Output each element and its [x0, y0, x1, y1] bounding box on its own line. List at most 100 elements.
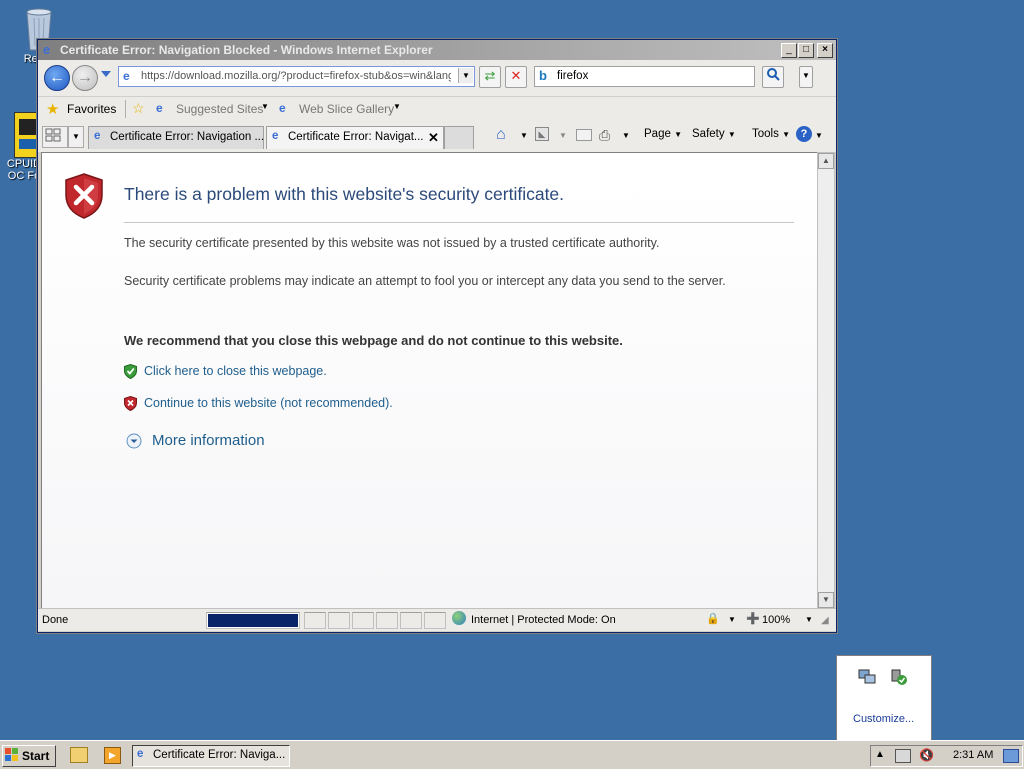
- ie-logo-icon: e: [43, 42, 51, 57]
- status-cell-6: [424, 612, 446, 629]
- start-label: Start: [22, 749, 50, 763]
- close-webpage-link[interactable]: Click here to close this webpage.: [144, 364, 327, 378]
- progress-fill: [208, 614, 298, 627]
- protected-mode-lock-icon[interactable]: 🔒: [706, 612, 720, 625]
- status-cell-4: [376, 612, 398, 629]
- back-button[interactable]: ←: [44, 65, 70, 91]
- quick-tabs-icon: [45, 128, 61, 142]
- certificate-warning-text: Security certificate problems may indica…: [124, 274, 726, 288]
- windows-logo-icon: [5, 748, 19, 762]
- lock-dropdown-icon[interactable]: ▼: [728, 615, 736, 624]
- web-slice-dropdown-icon[interactable]: ▼: [393, 102, 401, 111]
- suggested-sites-dropdown-icon[interactable]: ▼: [261, 102, 269, 111]
- network-icon[interactable]: [857, 668, 877, 686]
- start-button[interactable]: Start: [2, 745, 56, 767]
- media-player-quicklaunch-icon[interactable]: ▶: [104, 747, 121, 764]
- page-icon: e: [123, 69, 130, 83]
- page-menu[interactable]: Page ▼: [644, 128, 682, 140]
- safely-remove-hardware-icon[interactable]: [889, 668, 909, 686]
- page-heading: There is a problem with this website's s…: [124, 184, 565, 204]
- address-bar[interactable]: e https://download.mozilla.org/?product=…: [118, 66, 475, 87]
- favorites-bar: ★ Favorites ☆ e Suggested Sites ▼ e Web …: [38, 96, 836, 121]
- tab-certificate-error-1[interactable]: e Certificate Error: Navigation ...: [88, 126, 264, 149]
- search-button[interactable]: [762, 66, 784, 88]
- zoom-icon[interactable]: ➕: [746, 612, 760, 625]
- suggested-sites-link[interactable]: Suggested Sites: [176, 102, 263, 116]
- taskbar-ie-label: Certificate Error: Naviga...: [153, 749, 286, 761]
- web-slice-gallery-link[interactable]: Web Slice Gallery: [299, 102, 394, 116]
- volume-muted-icon[interactable]: 🔇: [919, 748, 934, 762]
- ie-window: e Certificate Error: Navigation Blocked …: [37, 39, 837, 633]
- help-icon[interactable]: ?: [796, 126, 812, 142]
- scroll-down-button[interactable]: ▼: [818, 592, 834, 608]
- safety-menu[interactable]: Safety ▼: [692, 128, 736, 140]
- tab-label: Certificate Error: Navigation ...: [110, 131, 264, 143]
- add-favorites-icon[interactable]: ☆: [132, 100, 145, 117]
- feeds-icon[interactable]: ◣: [535, 127, 549, 141]
- status-cell-3: [352, 612, 374, 629]
- web-slice-icon: e: [279, 101, 286, 115]
- certificate-issue-text: The security certificate presented by th…: [124, 236, 660, 250]
- explorer-quicklaunch-icon[interactable]: [70, 747, 88, 763]
- search-icon: [767, 68, 780, 81]
- vertical-scrollbar[interactable]: ▲ ▼: [817, 152, 835, 609]
- security-zone-text[interactable]: Internet | Protected Mode: On: [471, 614, 616, 626]
- search-box[interactable]: b firefox: [534, 66, 755, 87]
- close-window-button[interactable]: ×: [817, 43, 833, 58]
- page-dropdown-icon: ▼: [674, 130, 682, 139]
- title-bar[interactable]: e Certificate Error: Navigation Blocked …: [38, 40, 836, 60]
- refresh-button[interactable]: ⇄: [479, 66, 501, 88]
- address-input[interactable]: https://download.mozilla.org/?product=fi…: [141, 70, 451, 82]
- home-icon[interactable]: ⌂: [496, 126, 506, 144]
- continue-to-website-link[interactable]: Continue to this website (not recommende…: [144, 396, 393, 410]
- feeds-dropdown-icon[interactable]: ▼: [559, 131, 567, 140]
- taskbar: Start ▶ e Certificate Error: Naviga... ▲…: [0, 740, 1024, 769]
- status-cell-5: [400, 612, 422, 629]
- status-bar: Done Internet | Protected Mode: On 🔒 ▼ ➕…: [38, 608, 836, 631]
- taskbar-ie-window[interactable]: e Certificate Error: Naviga...: [132, 745, 290, 767]
- favorites-button[interactable]: Favorites: [67, 102, 116, 116]
- home-dropdown-icon[interactable]: ▼: [520, 131, 528, 140]
- more-information-link[interactable]: More information: [152, 432, 265, 449]
- forward-button[interactable]: →: [72, 65, 98, 91]
- customize-link[interactable]: Customize...: [853, 713, 914, 725]
- help-dropdown-icon[interactable]: ▼: [815, 131, 823, 140]
- page-menu-label: Page: [644, 128, 671, 140]
- show-hidden-icons-button[interactable]: ▲: [875, 749, 885, 760]
- tab-list-button[interactable]: ▼: [68, 126, 84, 148]
- green-shield-icon: [124, 364, 137, 379]
- print-icon[interactable]: ⎙: [599, 127, 610, 144]
- taskbar-ie-icon: e: [137, 748, 144, 760]
- search-options-button[interactable]: ▼: [799, 66, 813, 88]
- progress-bar: [206, 612, 300, 629]
- red-shield-icon: [124, 396, 137, 411]
- stop-button[interactable]: ✕: [505, 66, 527, 88]
- new-tab-button[interactable]: [444, 126, 474, 149]
- minimize-button[interactable]: _: [781, 43, 797, 58]
- zoom-dropdown-icon[interactable]: ▼: [805, 615, 813, 624]
- mail-icon[interactable]: [576, 129, 592, 141]
- tray-network-icon[interactable]: [895, 749, 911, 763]
- close-tab-icon[interactable]: ✕: [428, 130, 439, 146]
- page-content: There is a problem with this website's s…: [41, 152, 819, 609]
- show-desktop-icon[interactable]: [1003, 749, 1019, 763]
- maximize-button[interactable]: □: [798, 43, 814, 58]
- safety-dropdown-icon: ▼: [727, 130, 736, 139]
- resize-grip-icon[interactable]: ◢: [821, 615, 829, 626]
- search-input[interactable]: firefox: [557, 70, 588, 82]
- history-dropdown-icon[interactable]: [101, 71, 111, 77]
- tools-menu[interactable]: Tools ▼: [752, 128, 790, 140]
- clock[interactable]: 2:31 AM: [953, 749, 993, 761]
- zoom-level[interactable]: 100%: [762, 614, 790, 626]
- quick-tabs-button[interactable]: [42, 126, 68, 148]
- print-dropdown-icon[interactable]: ▼: [622, 131, 630, 140]
- internet-globe-icon: [452, 611, 466, 625]
- status-text: Done: [42, 614, 69, 626]
- tab-page-icon: e: [94, 130, 101, 142]
- expand-chevron-icon[interactable]: [126, 433, 142, 449]
- tab-certificate-error-2[interactable]: e Certificate Error: Navigat... ✕: [266, 126, 444, 149]
- safety-menu-label: Safety: [692, 128, 725, 140]
- address-dropdown-button[interactable]: ▼: [458, 68, 473, 83]
- notification-overflow-popup: Customize...: [836, 655, 932, 741]
- scroll-up-button[interactable]: ▲: [818, 153, 834, 169]
